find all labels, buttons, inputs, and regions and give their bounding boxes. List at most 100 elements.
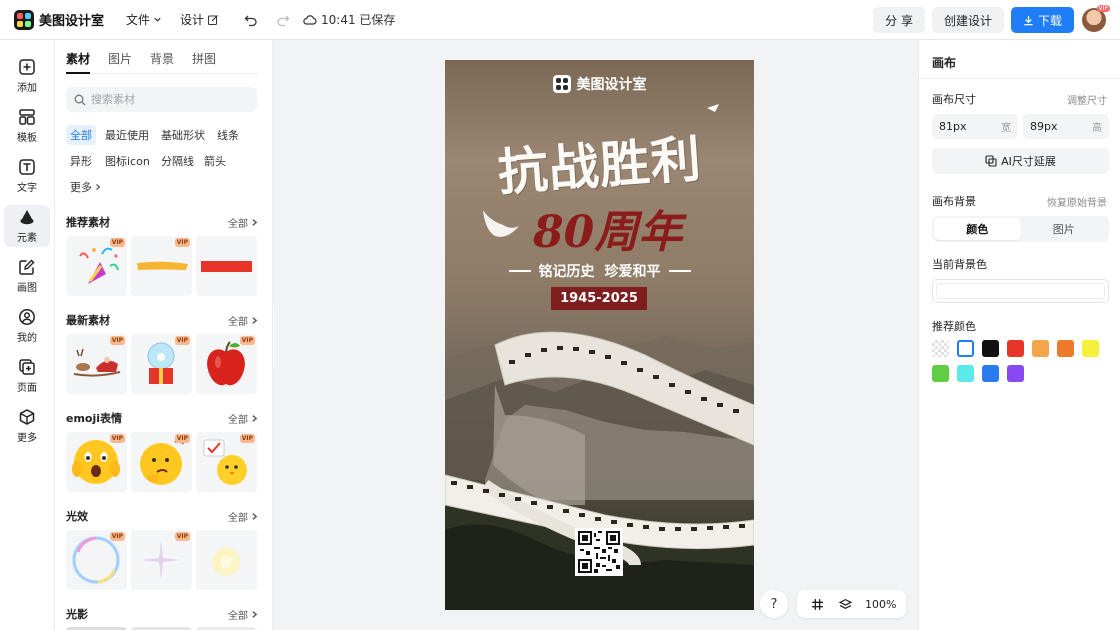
swatch-blue[interactable] bbox=[982, 365, 999, 382]
design-menu[interactable]: 设计 bbox=[180, 11, 219, 28]
zoom-level[interactable]: 100% bbox=[865, 598, 896, 611]
view-all-label: 全部 bbox=[228, 512, 248, 524]
thumb-glow[interactable] bbox=[196, 530, 257, 590]
bg-type-toggle: 颜色 图片 bbox=[932, 216, 1109, 242]
chip-icons[interactable]: 图标icon bbox=[101, 151, 154, 171]
thumb-red-banner[interactable] bbox=[196, 236, 257, 296]
shapes-icon bbox=[20, 210, 34, 225]
rail-item-text[interactable]: 文字 bbox=[4, 155, 50, 197]
thumb-thinking-emoji[interactable]: VIP bbox=[131, 432, 192, 492]
save-status: 10:41 已保存 bbox=[303, 11, 395, 28]
resize-link[interactable]: 调整尺寸 bbox=[1067, 92, 1107, 107]
view-all-link[interactable]: 全部 bbox=[228, 313, 259, 328]
draw-icon bbox=[19, 259, 35, 275]
rail-item-templates[interactable]: 模板 bbox=[4, 105, 50, 147]
section-light-effects: 光效 全部 bbox=[66, 508, 259, 524]
rail-label-draw: 画图 bbox=[17, 283, 37, 294]
canvas-properties-panel: 画布 画布尺寸 调整尺寸 81px 宽 89px 高 AI尺寸延展 画布背景 恢… bbox=[918, 40, 1120, 630]
create-design-button[interactable]: 创建设计 bbox=[931, 7, 1004, 33]
thumb-snow-globe[interactable]: VIP bbox=[131, 334, 192, 394]
bg-image-tab[interactable]: 图片 bbox=[1021, 218, 1108, 240]
chevron-right-icon bbox=[252, 316, 258, 324]
app-logo[interactable]: 美图设计室 bbox=[14, 9, 114, 30]
swatch-white[interactable] bbox=[957, 340, 974, 357]
rail-item-mine[interactable]: 我的 bbox=[4, 305, 50, 347]
swatch-red[interactable] bbox=[1007, 340, 1024, 357]
swatch-black[interactable] bbox=[982, 340, 999, 357]
poster-subtitle-left: 铭记历史 bbox=[538, 264, 595, 280]
tab-backgrounds[interactable]: 背景 bbox=[150, 50, 174, 74]
thumb-party-popper[interactable]: VIP bbox=[66, 236, 127, 296]
rail-item-elements[interactable]: 元素 bbox=[4, 205, 50, 247]
rail-item-pages[interactable]: 页面 bbox=[4, 355, 50, 397]
current-bg-color-field[interactable] bbox=[932, 279, 1109, 303]
poster-brand-text: 美图设计室 bbox=[576, 77, 647, 93]
view-all-link[interactable]: 全部 bbox=[228, 411, 259, 426]
download-button[interactable]: 下载 bbox=[1010, 7, 1074, 33]
rail-label-add: 添加 bbox=[17, 83, 37, 94]
swatch-orange[interactable] bbox=[1057, 340, 1074, 357]
swatch-yellow[interactable] bbox=[1082, 340, 1099, 357]
thumb-sparkle[interactable]: VIP bbox=[131, 530, 192, 590]
save-status-text: 10:41 已保存 bbox=[321, 13, 396, 27]
view-all-link[interactable]: 全部 bbox=[228, 215, 259, 230]
poster-canvas[interactable]: 美图设计室 抗战胜利 80周年 铭记历史 珍爱和平 1945-2025 bbox=[445, 60, 754, 610]
layers-button[interactable] bbox=[831, 590, 859, 618]
swatch-green[interactable] bbox=[932, 365, 949, 382]
undo-button[interactable] bbox=[237, 6, 265, 34]
section-recommended: 推荐素材 全部 bbox=[66, 214, 259, 230]
rail-item-add[interactable]: 添加 bbox=[4, 55, 50, 97]
thumb-reindeer-sleigh[interactable]: VIP bbox=[66, 334, 127, 394]
swatch-purple[interactable] bbox=[1007, 365, 1024, 382]
share-button[interactable]: 分 享 bbox=[873, 7, 925, 33]
ai-resize-button[interactable]: AI尺寸延展 bbox=[932, 148, 1109, 174]
search-input[interactable] bbox=[91, 93, 251, 106]
thumb-yellow-brush[interactable]: VIP bbox=[131, 236, 192, 296]
thumb-bubble[interactable]: VIP bbox=[66, 530, 127, 590]
recommended-colors-label: 推荐颜色 bbox=[932, 320, 976, 333]
thumb-apple[interactable]: VIP bbox=[196, 334, 257, 394]
chevron-right-icon bbox=[252, 414, 258, 422]
file-menu[interactable]: 文件 bbox=[126, 11, 162, 28]
page-add-icon bbox=[19, 359, 35, 375]
section-title: 光效 bbox=[66, 510, 88, 523]
chip-recent[interactable]: 最近使用 bbox=[101, 125, 153, 145]
chip-dividers[interactable]: 分隔线 bbox=[157, 151, 198, 171]
view-all-link[interactable]: 全部 bbox=[228, 509, 259, 524]
panel-title: 画布 bbox=[932, 56, 957, 70]
view-all-link[interactable]: 全部 bbox=[228, 607, 259, 622]
app-name: 美图设计室 bbox=[39, 14, 105, 29]
chip-basic-shapes[interactable]: 基础形状 bbox=[157, 125, 209, 145]
swatch-cyan[interactable] bbox=[957, 365, 974, 382]
rail-item-more[interactable]: 更多 bbox=[4, 405, 50, 447]
height-value: 89px bbox=[1030, 120, 1058, 133]
thumb-shocked-emoji[interactable]: VIP bbox=[66, 432, 127, 492]
tab-materials[interactable]: 素材 bbox=[66, 50, 91, 74]
rail-item-draw[interactable]: 画图 bbox=[4, 255, 50, 297]
avatar[interactable]: VIP bbox=[1082, 5, 1110, 32]
chip-irregular[interactable]: 异形 bbox=[66, 151, 96, 171]
redo-button[interactable] bbox=[269, 6, 297, 34]
bg-color-tab[interactable]: 颜色 bbox=[934, 218, 1021, 240]
chip-lines[interactable]: 线条 bbox=[213, 125, 243, 145]
logo-mark-icon bbox=[14, 9, 34, 30]
chip-all[interactable]: 全部 bbox=[66, 125, 96, 145]
tab-collage[interactable]: 拼图 bbox=[192, 50, 216, 74]
thumb-chick-emoji[interactable]: VIP bbox=[196, 432, 257, 492]
grid-button[interactable] bbox=[803, 590, 831, 618]
search-box[interactable] bbox=[66, 87, 257, 112]
vip-badge: VIP bbox=[109, 532, 125, 541]
view-all-label: 全部 bbox=[228, 316, 248, 328]
restore-bg-link[interactable]: 恢复原始背景 bbox=[1047, 194, 1107, 209]
vip-badge: VIP bbox=[109, 238, 125, 247]
chip-more[interactable]: 更多 bbox=[66, 177, 106, 197]
materials-panel: 素材 图片 背景 拼图 全部 最近使用 基础形状 线条 异形 图标icon 分隔… bbox=[55, 40, 273, 630]
tab-images[interactable]: 图片 bbox=[108, 50, 132, 74]
width-field[interactable]: 81px 宽 bbox=[932, 114, 1018, 139]
swatch-light-orange[interactable] bbox=[1032, 340, 1049, 357]
chip-arrows[interactable]: 箭头 bbox=[200, 151, 230, 171]
height-field[interactable]: 89px 高 bbox=[1023, 114, 1109, 139]
vip-badge: VIP bbox=[239, 336, 255, 345]
swatch-transparent[interactable] bbox=[932, 340, 949, 357]
help-button[interactable]: ? bbox=[760, 590, 788, 618]
